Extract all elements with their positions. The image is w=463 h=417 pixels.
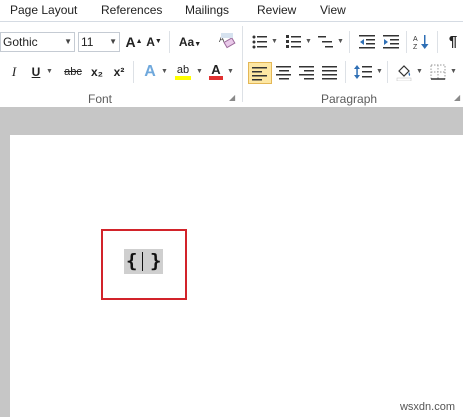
font-color-bar xyxy=(209,76,223,80)
multilevel-list-button[interactable] xyxy=(317,32,335,52)
clear-formatting-button[interactable]: A xyxy=(216,30,238,50)
superscript-button[interactable]: x² xyxy=(110,62,128,82)
chevron-down-icon: ▼ xyxy=(161,68,168,75)
shrink-font-button[interactable]: A▼ xyxy=(145,32,163,52)
align-center-button[interactable] xyxy=(274,62,294,82)
grow-font-label: A xyxy=(125,34,136,50)
chevron-down-icon: ▼ xyxy=(271,38,278,45)
chevron-down-icon: ▼ xyxy=(337,38,344,45)
chevron-down-icon: ▼ xyxy=(109,37,117,46)
divider xyxy=(406,31,407,53)
font-group-label: Font xyxy=(88,92,113,106)
numbered-list-icon xyxy=(286,35,301,48)
line-spacing-button[interactable] xyxy=(352,62,374,82)
subscript-button[interactable]: x₂ xyxy=(88,62,106,82)
group-divider xyxy=(242,26,243,102)
bullet-list-icon xyxy=(252,35,267,49)
divider xyxy=(169,31,170,53)
font-color-button[interactable]: A xyxy=(207,60,225,80)
watermark: wsxdn.com xyxy=(399,401,455,413)
grow-font-button[interactable]: A▲ xyxy=(125,32,143,52)
align-center-icon xyxy=(276,66,291,80)
ribbon-tabs: Page Layout References Mailings Review V… xyxy=(0,0,463,22)
ribbon: Gothic ▼ 11 ▼ A▲ A▼ Aa▼ A I U ▼ abc x₂ x… xyxy=(0,22,463,108)
chevron-down-icon: ▼ xyxy=(196,68,203,75)
sort-button[interactable]: A Z xyxy=(412,32,432,52)
divider xyxy=(437,31,438,53)
chevron-down-icon: ▼ xyxy=(416,68,423,75)
increase-indent-button[interactable] xyxy=(381,32,401,52)
caret-down-icon: ▼ xyxy=(154,38,162,45)
text-effects-button[interactable]: A xyxy=(141,62,159,82)
font-size-combo[interactable]: 11 ▼ xyxy=(78,32,120,52)
svg-text:A: A xyxy=(413,36,418,43)
font-color-label: A xyxy=(211,62,221,77)
shrink-font-label: A xyxy=(146,35,155,49)
highlight-annotation-box xyxy=(101,229,187,300)
highlight-color-bar xyxy=(175,76,191,80)
font-name-combo[interactable]: Gothic ▼ xyxy=(0,32,75,52)
tab-mailings[interactable]: Mailings xyxy=(185,3,229,17)
svg-text:Z: Z xyxy=(413,44,418,50)
highlight-label: ab xyxy=(176,64,190,76)
highlight-button[interactable]: ab xyxy=(172,60,194,80)
change-case-label: Aa xyxy=(178,35,195,49)
document-background xyxy=(0,107,463,135)
chevron-down-icon: ▼ xyxy=(305,38,312,45)
font-size-value: 11 xyxy=(81,35,94,49)
tab-review[interactable]: Review xyxy=(257,3,296,17)
divider xyxy=(349,31,350,53)
align-left-icon xyxy=(252,67,267,81)
tab-references[interactable]: References xyxy=(101,3,162,17)
numbering-button[interactable] xyxy=(285,32,303,52)
show-hide-marks-button[interactable]: ¶ xyxy=(444,32,462,52)
borders-button[interactable] xyxy=(428,62,448,82)
align-right-icon xyxy=(299,66,314,80)
increase-indent-icon xyxy=(383,35,399,49)
underline-button[interactable]: U xyxy=(28,62,44,82)
chevron-down-icon: ▼ xyxy=(227,68,234,75)
paragraph-dialog-launcher-icon[interactable]: ◢ xyxy=(454,94,462,102)
divider xyxy=(345,61,346,83)
chevron-down-icon: ▼ xyxy=(46,68,53,75)
chevron-down-icon: ▼ xyxy=(376,68,383,75)
divider xyxy=(387,61,388,83)
chevron-down-icon: ▼ xyxy=(450,68,457,75)
justify-button[interactable] xyxy=(320,62,340,82)
align-right-button[interactable] xyxy=(297,62,317,82)
chevron-down-icon: ▼ xyxy=(194,41,202,48)
chevron-down-icon: ▼ xyxy=(64,37,72,46)
caret-up-icon: ▲ xyxy=(135,38,143,45)
decrease-indent-button[interactable] xyxy=(357,32,377,52)
sort-icon: A Z xyxy=(413,35,429,50)
italic-button[interactable]: I xyxy=(6,62,22,82)
align-left-button[interactable] xyxy=(248,62,272,84)
divider xyxy=(133,61,134,83)
borders-icon xyxy=(430,64,446,80)
paint-bucket-icon xyxy=(396,65,412,81)
strikethrough-button[interactable]: abc xyxy=(62,62,84,82)
tab-page-layout[interactable]: Page Layout xyxy=(10,3,77,17)
line-spacing-icon xyxy=(354,65,372,79)
shading-button[interactable] xyxy=(394,61,414,81)
change-case-button[interactable]: Aa▼ xyxy=(176,32,204,52)
bullets-button[interactable] xyxy=(251,32,269,52)
decrease-indent-icon xyxy=(359,35,375,49)
font-name-value: Gothic xyxy=(3,35,38,49)
multilevel-list-icon xyxy=(318,36,333,48)
tab-view[interactable]: View xyxy=(320,3,346,17)
justify-icon xyxy=(322,66,337,80)
font-dialog-launcher-icon[interactable]: ◢ xyxy=(229,94,237,102)
paragraph-group-label: Paragraph xyxy=(321,92,378,106)
document-page[interactable] xyxy=(10,135,463,417)
clear-formatting-icon: A xyxy=(219,33,236,49)
